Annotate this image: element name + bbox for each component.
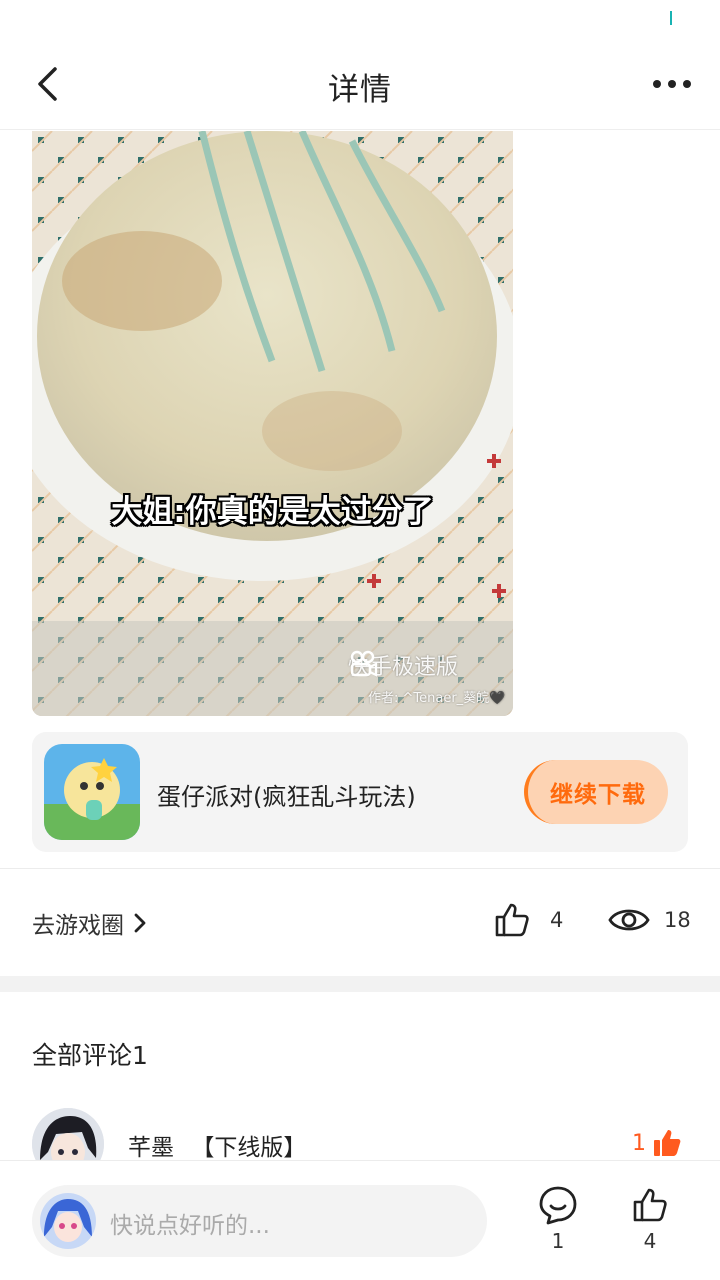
more-horizontal-icon: [653, 80, 661, 88]
comments-heading: 全部评论1: [32, 1041, 148, 1070]
comment-count: 1: [551, 1229, 565, 1253]
comment-like-count: 1: [632, 1130, 646, 1156]
comment-input[interactable]: 快说点好听的...: [32, 1185, 487, 1257]
eye-icon: [608, 909, 650, 931]
comment-item[interactable]: 芊墨 【下线版】 1: [0, 1100, 720, 1160]
view-stat: 18: [608, 900, 691, 940]
chevron-right-icon: [134, 913, 146, 933]
comment-button[interactable]: 1: [528, 1185, 588, 1253]
avatar: [40, 1193, 96, 1249]
comment-input-placeholder: 快说点好听的...: [110, 1213, 270, 1239]
more-button[interactable]: [644, 64, 700, 104]
game-name: 蛋仔派对(疯狂乱斗玩法): [157, 783, 416, 811]
comment-bubble-icon: [539, 1186, 577, 1225]
continue-download-button[interactable]: 继续下载: [524, 760, 668, 824]
thumbs-up-filled-icon: [654, 1130, 681, 1156]
like-button[interactable]: 4: [620, 1185, 680, 1253]
game-circle-link[interactable]: 去游戏圈: [32, 906, 148, 940]
section-separator: [0, 976, 720, 992]
status-indicator: [670, 11, 672, 25]
watermark-brand: 快手极速版: [348, 649, 458, 681]
bottom-bar: 快说点好听的... 1 4: [0, 1160, 720, 1280]
game-card[interactable]: 蛋仔派对(疯狂乱斗玩法) 继续下载: [32, 732, 688, 852]
avatar[interactable]: [32, 1108, 104, 1160]
camera-logo-icon: [350, 650, 378, 677]
comment-user-tag: 【下线版】: [191, 1135, 307, 1160]
thumbs-up-icon: [633, 1188, 667, 1222]
view-count: 18: [664, 908, 691, 932]
like-count: 4: [550, 908, 564, 932]
comment-like-button[interactable]: 1: [632, 1128, 682, 1158]
divider: [0, 868, 720, 869]
bottom-like-count: 4: [643, 1229, 657, 1253]
like-stat[interactable]: 4: [492, 900, 563, 940]
game-app-icon: [44, 744, 140, 840]
top-nav: 详情: [0, 40, 720, 130]
page-title: 详情: [328, 72, 392, 108]
post-media[interactable]: 大姐:你真的是太过分了 快手极速版 作者: ^Tenaer_葵皖🖤: [32, 131, 513, 716]
video-subtitle: 大姐:你真的是太过分了: [111, 494, 434, 530]
post-stats: 去游戏圈 4 18: [0, 870, 720, 976]
status-bar: [0, 0, 720, 40]
watermark-author: 作者: ^Tenaer_葵皖🖤: [368, 691, 506, 706]
media-frame-image: [32, 131, 513, 716]
thumbs-up-icon: [495, 903, 529, 937]
comment-username: 芊墨 【下线版】: [128, 1135, 307, 1160]
